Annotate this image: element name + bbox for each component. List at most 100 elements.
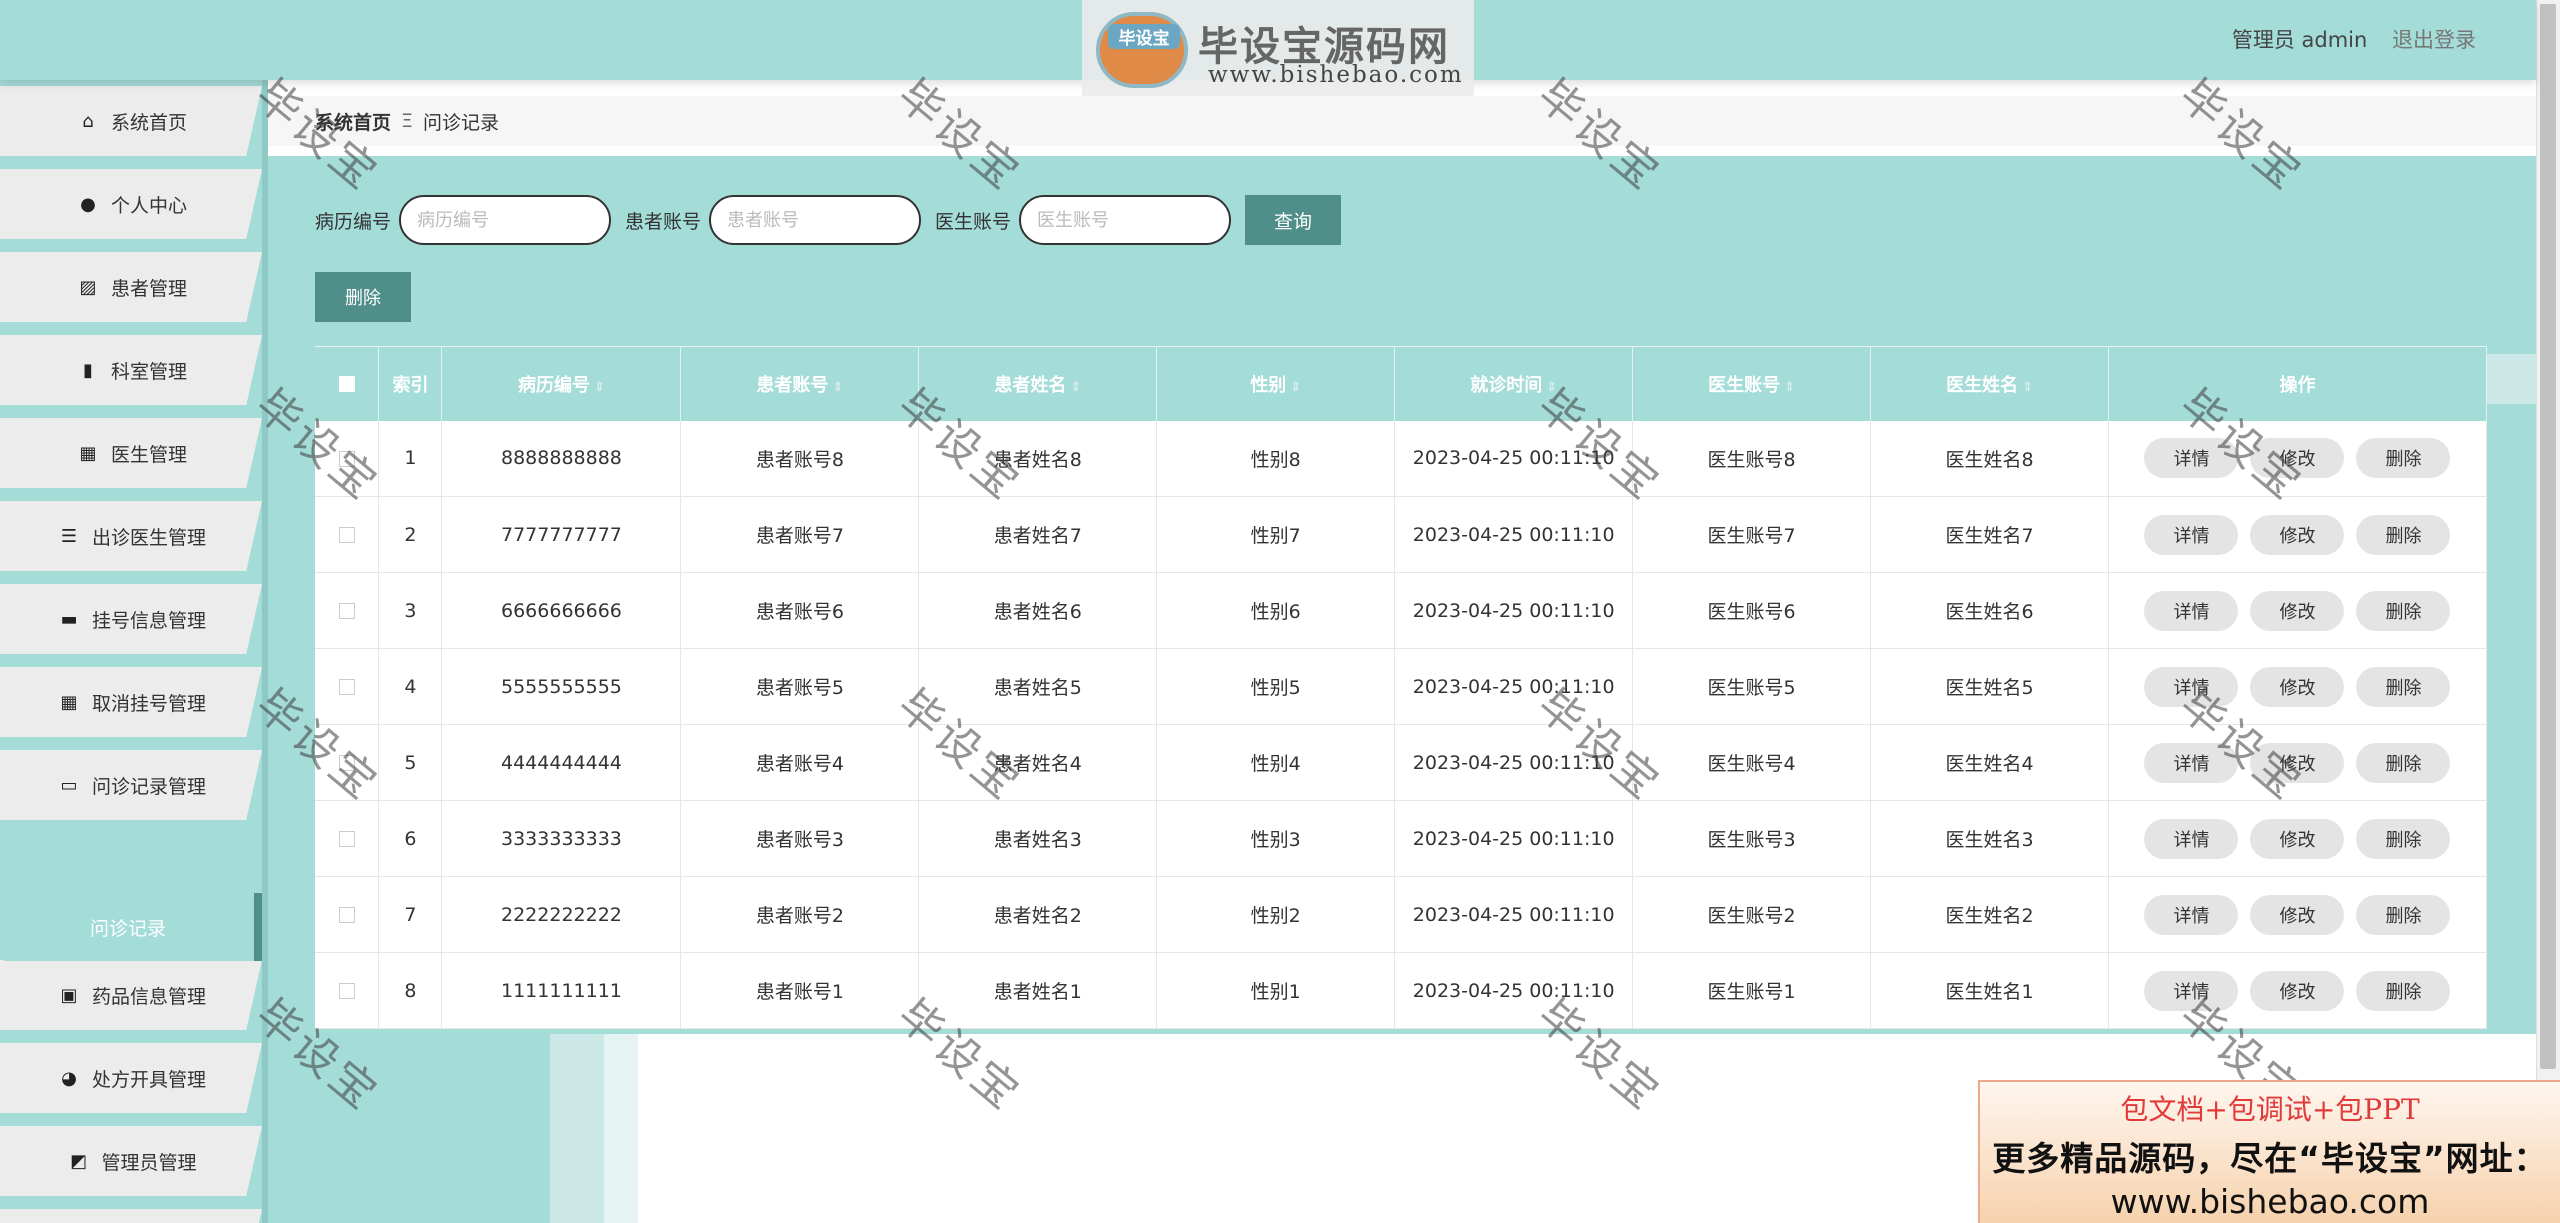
patient-account-label: 患者账号 — [625, 210, 702, 233]
cell-visit-time: 2023-04-25 00:11:10 — [1394, 648, 1634, 725]
detail-button[interactable]: 详情 — [2144, 742, 2239, 783]
records-table: 索引 病历编号 ⇕ 患者账号 ⇕ 患者姓名 ⇕ 性别 ⇕ 就诊时间 ⇕ 医生账号 ⇕ 医生姓… — [315, 346, 2488, 1029]
scrollbar-thumb[interactable] — [2540, 4, 2556, 1069]
sidebar-item[interactable]: ☰ 出诊医生管理 — [0, 501, 262, 571]
column-header-actions: 操作 — [2108, 346, 2488, 421]
batch-delete-button[interactable]: 删除 — [315, 272, 411, 322]
patient-account-input[interactable] — [709, 195, 922, 245]
edit-button[interactable]: 修改 — [2250, 590, 2345, 631]
row-checkbox[interactable] — [338, 603, 355, 619]
row-checkbox[interactable] — [338, 983, 355, 999]
doctor-account-input[interactable] — [1019, 195, 1232, 245]
column-header-doctor-account[interactable]: 医生账号 ⇕ — [1632, 346, 1872, 421]
cell-doctor-name: 医生姓名8 — [1870, 420, 2109, 497]
sidebar-divider — [262, 80, 268, 1223]
sort-icon[interactable]: ⇕ — [832, 380, 843, 395]
delete-button[interactable]: 删除 — [2356, 590, 2451, 631]
sidebar-item[interactable]: ▮ 科室管理 — [0, 335, 262, 405]
logout-link[interactable]: 退出登录 — [2392, 28, 2476, 52]
sidebar-item-label: 个人中心 — [110, 194, 187, 217]
column-header-doctor-name[interactable]: 医生姓名 ⇕ — [1870, 346, 2109, 421]
delete-button[interactable]: 删除 — [2356, 894, 2451, 935]
table-row[interactable]: 1 8888888888 患者账号8 患者姓名8 性别8 2023-04-25 00:11… — [315, 420, 2488, 497]
edit-button[interactable]: 修改 — [2250, 514, 2345, 555]
detail-button[interactable]: 详情 — [2144, 666, 2239, 707]
sidebar-item-label: 药品信息管理 — [91, 985, 206, 1008]
sort-icon[interactable]: ⇕ — [1546, 380, 1557, 395]
row-select-cell — [315, 724, 380, 801]
sidebar-item[interactable]: ▦ 医生管理 — [0, 418, 262, 488]
delete-button[interactable]: 删除 — [2356, 666, 2451, 707]
sidebar-item[interactable]: ● 个人中心 — [0, 169, 262, 239]
query-button[interactable]: 查询 — [1245, 195, 1342, 245]
row-checkbox[interactable] — [338, 755, 355, 771]
row-checkbox[interactable] — [338, 450, 355, 467]
cell-visit-time: 2023-04-25 00:11:10 — [1394, 572, 1634, 649]
row-checkbox[interactable] — [338, 907, 355, 923]
cell-actions: 详情 修改 删除 — [2108, 572, 2488, 649]
edit-button[interactable]: 修改 — [2250, 438, 2345, 479]
column-header-patient-account[interactable]: 患者账号 ⇕ — [680, 346, 920, 421]
user-icon: ● — [80, 193, 96, 215]
breadcrumb-current: 问诊记录 — [423, 111, 500, 134]
sidebar-item[interactable]: ▣ 药品信息管理 — [0, 960, 262, 1030]
cell-index: 1 — [378, 420, 443, 497]
row-checkbox[interactable] — [338, 527, 355, 543]
sidebar-subitem-active[interactable]: 问诊记录 — [4, 893, 262, 961]
detail-button[interactable]: 详情 — [2144, 514, 2239, 555]
sidebar-item[interactable]: ◩ 管理员管理 — [0, 1126, 262, 1196]
table-edge-strip — [2486, 354, 2536, 404]
sidebar-item[interactable]: ▭ 问诊记录管理 — [0, 750, 262, 820]
delete-button[interactable]: 删除 — [2356, 438, 2451, 479]
table-row[interactable]: 6 3333333333 患者账号3 患者姓名3 性别3 2023-04-25 00:11… — [315, 800, 2488, 877]
edit-button[interactable]: 修改 — [2250, 666, 2345, 707]
table-row[interactable]: 5 4444444444 患者账号4 患者姓名4 性别4 2023-04-25 00:11… — [315, 724, 2488, 801]
sidebar-item[interactable]: ▬ 挂号信息管理 — [0, 584, 262, 654]
column-header-gender[interactable]: 性别 ⇕ — [1156, 346, 1396, 421]
delete-button[interactable]: 删除 — [2356, 970, 2451, 1011]
cell-patient-name: 患者姓名4 — [918, 724, 1158, 801]
detail-button[interactable]: 详情 — [2144, 590, 2239, 631]
column-header-record-no[interactable]: 病历编号 ⇕ — [441, 346, 682, 421]
sort-icon[interactable]: ⇕ — [1784, 380, 1795, 395]
delete-button[interactable]: 删除 — [2356, 742, 2451, 783]
column-header-visit-time[interactable]: 就诊时间 ⇕ — [1394, 346, 1634, 421]
cell-patient-name: 患者姓名3 — [918, 800, 1158, 877]
detail-button[interactable]: 详情 — [2144, 970, 2239, 1011]
edit-button[interactable]: 修改 — [2250, 818, 2345, 859]
cell-patient-account: 患者账号3 — [680, 800, 920, 877]
edit-icon: ◩ — [69, 1150, 87, 1172]
cell-patient-account: 患者账号1 — [680, 952, 920, 1029]
table-row[interactable]: 2 7777777777 患者账号7 患者姓名7 性别7 2023-04-25 00:11… — [315, 496, 2488, 573]
sort-icon[interactable]: ⇕ — [594, 380, 605, 395]
delete-button[interactable]: 删除 — [2356, 818, 2451, 859]
delete-button[interactable]: 删除 — [2356, 514, 2451, 555]
edit-button[interactable]: 修改 — [2250, 970, 2345, 1011]
sort-icon[interactable]: ⇕ — [1070, 380, 1081, 395]
table-row[interactable]: 4 5555555555 患者账号5 患者姓名5 性别5 2023-04-25 00:11… — [315, 648, 2488, 725]
record-no-input[interactable] — [399, 195, 612, 245]
row-checkbox[interactable] — [338, 831, 355, 847]
select-all-header — [315, 346, 380, 421]
detail-button[interactable]: 详情 — [2144, 818, 2239, 859]
select-all-checkbox[interactable] — [338, 376, 355, 393]
table-row[interactable]: 7 2222222222 患者账号2 患者姓名2 性别2 2023-04-25 00:11… — [315, 876, 2488, 953]
detail-button[interactable]: 详情 — [2144, 438, 2239, 479]
sidebar-item-label: 处方开具管理 — [91, 1068, 206, 1091]
sidebar-item[interactable]: ▦系统管理 — [0, 1209, 262, 1223]
table-row[interactable]: 8 1111111111 患者账号1 患者姓名1 性别1 2023-04-25 00:11… — [315, 952, 2488, 1029]
sidebar-item[interactable]: ▨ 患者管理 — [0, 252, 262, 322]
page-scrollbar[interactable] — [2536, 0, 2560, 1223]
detail-button[interactable]: 详情 — [2144, 894, 2239, 935]
edit-button[interactable]: 修改 — [2250, 894, 2345, 935]
sort-icon[interactable]: ⇕ — [2022, 380, 2033, 395]
column-header-patient-name[interactable]: 患者姓名 ⇕ — [918, 346, 1158, 421]
sidebar-item[interactable]: ⌂ 系统首页 — [0, 86, 262, 156]
breadcrumb-home[interactable]: 系统首页 — [315, 108, 391, 135]
edit-button[interactable]: 修改 — [2250, 742, 2345, 783]
sort-icon[interactable]: ⇕ — [1290, 380, 1301, 395]
row-checkbox[interactable] — [338, 679, 355, 695]
table-row[interactable]: 3 6666666666 患者账号6 患者姓名6 性别6 2023-04-25 00:11… — [315, 572, 2488, 649]
sidebar-item[interactable]: ◕ 处方开具管理 — [0, 1043, 262, 1113]
sidebar-item[interactable]: ▦ 取消挂号管理 — [0, 667, 262, 737]
